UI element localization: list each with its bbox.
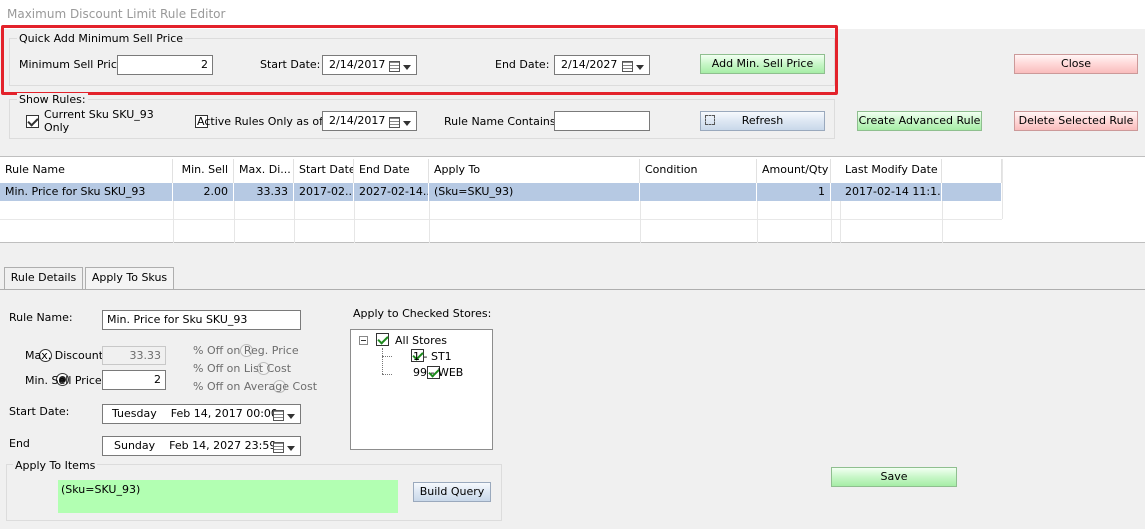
table-row-cell-max-discount[interactable]: 33.33 — [234, 183, 294, 201]
tree-line — [382, 348, 383, 374]
detail-start-date-picker[interactable]: Tuesday Feb 14, 2017 00:00 — [102, 404, 301, 424]
active-rules-label: Active Rules Only as of — [197, 115, 323, 128]
refresh-button-label: Refresh — [741, 114, 784, 127]
tree-line — [382, 374, 392, 375]
max-discount-label: Max. Discount — [25, 349, 104, 362]
grid-vertical-line — [840, 201, 841, 243]
store-label-web[interactable]: 99 - WEB — [413, 366, 463, 379]
rules-grid[interactable]: Rule Name Min. Sell Max. Di... Start Dat… — [0, 156, 1145, 243]
table-row-cell-end-date[interactable]: 2027-02-14... — [354, 183, 429, 201]
active-date-value: 2/14/2017 — [329, 114, 386, 127]
pct-off-reg-price-label: % Off on Reg. Price — [193, 344, 299, 357]
rule-name-label: Rule Name: — [9, 311, 73, 324]
table-row-cell-start-date[interactable]: 2017-02... — [294, 183, 354, 201]
collapse-icon[interactable] — [359, 336, 368, 345]
window-title: Maximum Discount Limit Rule Editor — [7, 7, 226, 21]
all-stores-label[interactable]: All Stores — [395, 334, 447, 347]
column-header-last-modify-date[interactable]: Last Modify Date — [840, 159, 942, 183]
column-header-start-date[interactable]: Start Date — [294, 159, 354, 183]
detail-end-date-picker[interactable]: Sunday Feb 14, 2027 23:59 — [102, 436, 301, 456]
detail-end-date-label: End — [9, 437, 30, 450]
tab-apply-to-skus[interactable]: Apply To Skus — [85, 267, 174, 289]
grid-vertical-line — [1002, 159, 1003, 219]
grid-vertical-line — [429, 201, 430, 243]
pct-off-list-cost-label: % Off on List Cost — [193, 362, 292, 375]
grid-vertical-line — [831, 201, 832, 243]
current-sku-label-line1: Current Sku SKU_93 — [44, 108, 154, 121]
table-row-cell-last-modify-date[interactable]: 2017-02-14 11:1... — [840, 183, 942, 201]
dropdown-arrow-icon[interactable] — [287, 414, 295, 419]
apply-to-items-query-text: (Sku=SKU_93) — [61, 483, 141, 496]
close-button[interactable]: Close — [1014, 54, 1138, 74]
min-sell-price-detail-input[interactable]: 2 — [102, 370, 166, 390]
column-header-rule-name[interactable]: Rule Name — [0, 159, 173, 183]
grid-vertical-line — [294, 201, 295, 243]
max-discount-input[interactable]: 33.33 — [102, 346, 166, 365]
detail-end-day: Sunday — [114, 439, 156, 452]
column-header-apply-to[interactable]: Apply To — [429, 159, 640, 183]
table-row-cell-condition[interactable] — [640, 183, 757, 201]
table-row-cell-apply-to[interactable]: (Sku=SKU_93) — [429, 183, 640, 201]
calendar-icon[interactable] — [273, 442, 284, 453]
grid-vertical-line — [640, 201, 641, 243]
active-date-picker[interactable]: 2/14/2017 — [322, 111, 417, 131]
build-query-button[interactable]: Build Query — [413, 482, 491, 502]
table-row-cell-rule-name[interactable]: Min. Price for Sku SKU_93 — [0, 183, 173, 201]
save-button[interactable]: Save — [831, 467, 957, 487]
highlight-box — [1, 25, 838, 95]
grid-vertical-line — [234, 201, 235, 243]
column-header-max-discount[interactable]: Max. Di... — [234, 159, 294, 183]
column-header-amount-qty[interactable]: Amount/Qty — [757, 159, 831, 183]
table-row-cell-min-sell[interactable]: 2.00 — [173, 183, 234, 201]
rule-name-contains-input[interactable] — [554, 111, 650, 131]
detail-end-date-value: Feb 14, 2027 23:59 — [169, 439, 277, 452]
delete-selected-rule-button[interactable]: Delete Selected Rule — [1014, 111, 1138, 131]
current-sku-checkbox[interactable] — [26, 115, 39, 128]
tab-rule-details[interactable]: Rule Details — [4, 267, 83, 289]
table-row-cell-filler[interactable] — [942, 183, 1002, 201]
apply-to-stores-label: Apply to Checked Stores: — [353, 307, 492, 320]
all-stores-checkbox[interactable] — [376, 333, 389, 346]
detail-start-date-label: Start Date: — [9, 405, 70, 418]
refresh-button[interactable]: Refresh — [700, 111, 825, 131]
grid-vertical-line — [173, 201, 174, 243]
detail-start-date-value: Feb 14, 2017 00:00 — [170, 407, 278, 420]
show-rules-title: Show Rules: — [17, 93, 88, 106]
pct-off-average-cost-label: % Off on Average Cost — [193, 380, 318, 393]
apply-to-items-query[interactable]: (Sku=SKU_93) — [58, 480, 398, 513]
empty-row-divider — [0, 219, 1002, 220]
current-sku-label-line2: Only — [44, 121, 70, 134]
column-header-condition[interactable]: Condition — [640, 159, 757, 183]
calendar-icon[interactable] — [389, 117, 400, 128]
grid-vertical-line — [757, 201, 758, 243]
grid-vertical-line — [354, 201, 355, 243]
detail-start-day: Tuesday — [112, 407, 157, 420]
refresh-icon — [705, 115, 715, 125]
store-label-st1[interactable]: 1 - ST1 — [413, 350, 452, 363]
min-sell-price-detail-label: Min. Sell Price — [25, 374, 102, 387]
dropdown-arrow-icon[interactable] — [287, 446, 295, 451]
apply-to-items-title: Apply To Items — [13, 459, 98, 472]
column-header-end-date[interactable]: End Date — [354, 159, 429, 183]
table-row-cell-amount-qty[interactable]: 1 — [757, 183, 831, 201]
rule-name-input[interactable]: Min. Price for Sku SKU_93 — [102, 310, 301, 330]
column-header-min-sell[interactable]: Min. Sell — [173, 159, 234, 183]
column-header-filler — [942, 159, 1002, 183]
dropdown-arrow-icon[interactable] — [403, 121, 411, 126]
calendar-icon[interactable] — [273, 410, 284, 421]
tree-line — [382, 356, 392, 357]
rule-name-contains-label: Rule Name Contains: — [444, 115, 560, 128]
create-advanced-rule-button[interactable]: Create Advanced Rule — [857, 111, 982, 131]
stores-tree[interactable]: All Stores 1 - ST1 99 - WEB — [350, 329, 493, 450]
grid-vertical-line — [942, 201, 943, 243]
